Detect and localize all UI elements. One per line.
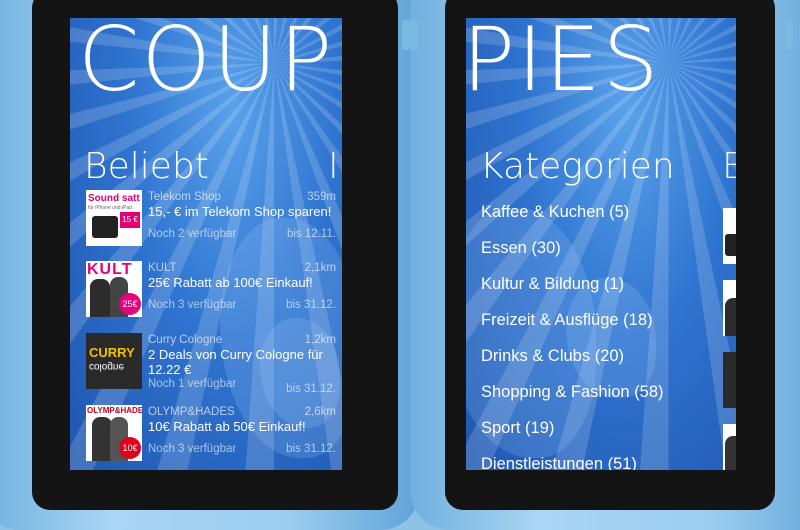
- deal-expiry: bis 12.11.: [286, 228, 336, 240]
- thumb-subline: cologne: [89, 361, 125, 372]
- deal-item[interactable]: Sound satt für iPhone und iPad 15 € Tele…: [86, 190, 336, 262]
- deal-thumbnail: CURRY cologne: [86, 333, 142, 389]
- deal-thumbnail-peek: [723, 208, 736, 264]
- category-item[interactable]: Kultur & Bildung (1): [481, 266, 731, 302]
- section-peek-next[interactable]: I: [328, 146, 339, 187]
- deal-distance: 2,1km: [304, 262, 336, 274]
- app-title: COUP: [78, 18, 335, 111]
- deal-thumbnail-peek: [723, 424, 736, 470]
- thumb-headline: OLYMP&HADES: [87, 406, 142, 415]
- thumb-headline: Sound satt: [88, 193, 140, 204]
- deal-store: OLYMP&HADES: [148, 406, 235, 418]
- section-peek-next[interactable]: B: [722, 146, 736, 187]
- speaker-icon: [92, 216, 118, 238]
- deal-thumbnail-peek: [723, 280, 736, 336]
- thumb-badge: 10€: [119, 437, 141, 459]
- volume-button: [785, 20, 793, 50]
- section-title-kategorien[interactable]: Kategorien: [480, 146, 675, 187]
- section-title-beliebt[interactable]: Beliebt: [84, 146, 209, 187]
- deal-item[interactable]: KULT 25€ KULT 2,1km 25€ Rabatt ab 100€ Ei…: [86, 261, 336, 333]
- screen-left: COUP Beliebt I Sound satt für iPhone und…: [70, 18, 342, 470]
- deal-expiry: bis 31.12.: [286, 383, 336, 395]
- deal-distance: 2,6km: [304, 406, 336, 418]
- deal-thumbnail-peek: [723, 352, 736, 408]
- category-item[interactable]: Sport (19): [481, 410, 731, 446]
- deal-title: 2 Deals von Curry Cologne für 12.22 €: [148, 347, 323, 377]
- deal-availability: Noch 2 verfügbar: [148, 228, 237, 240]
- deal-store: Curry Cologne: [148, 334, 223, 346]
- deal-title: 25€ Rabatt ab 100€ Einkauf!: [148, 275, 313, 290]
- category-item[interactable]: Shopping & Fashion (58): [481, 374, 731, 410]
- deal-store: KULT: [148, 262, 177, 274]
- thumb-headline: CURRY: [89, 345, 135, 360]
- category-item[interactable]: Essen (30): [481, 230, 731, 266]
- thumb-headline: KULT: [87, 261, 133, 278]
- volume-button: [410, 20, 418, 50]
- deal-item[interactable]: OLYMP&HADES 10€ OLYMP&HADES 2,6km 10€ Rab…: [86, 405, 336, 470]
- category-item[interactable]: Dienstleistungen (51): [481, 446, 731, 470]
- category-item[interactable]: Kaffee & Kuchen (5): [481, 194, 731, 230]
- category-list: Kaffee & Kuchen (5) Essen (30) Kultur & …: [481, 194, 731, 470]
- deal-store: Telekom Shop: [148, 191, 221, 203]
- deal-title: 15,- € im Telekom Shop sparen!: [148, 204, 332, 219]
- deal-thumbnail: KULT 25€: [86, 261, 142, 317]
- category-item[interactable]: Freizeit & Ausflüge (18): [481, 302, 731, 338]
- thumb-subline: für iPhone und iPad: [88, 205, 132, 211]
- thumb-badge: 25€: [119, 293, 141, 315]
- deal-distance: 1,2km: [304, 334, 336, 346]
- app-title: PIES: [466, 18, 661, 111]
- deal-availability: Noch 3 verfügbar: [148, 299, 237, 311]
- person-icon: [92, 417, 112, 461]
- deal-distance: 359m: [307, 191, 336, 203]
- deal-title: 10€ Rabatt ab 50€ Einkauf!: [148, 419, 306, 434]
- person-icon: [90, 279, 110, 317]
- deal-availability: Noch 3 verfügbar: [148, 443, 237, 455]
- screen-right: PIES Kategorien B Kaffee & Kuchen (5) Es…: [466, 18, 736, 470]
- volume-button: [402, 20, 410, 50]
- thumb-price: 15 €: [120, 212, 140, 228]
- deal-thumbnail: Sound satt für iPhone und iPad 15 €: [86, 190, 142, 246]
- deal-item[interactable]: CURRY cologne Curry Cologne 1,2km 2 Deals…: [86, 333, 336, 405]
- deal-expiry: bis 31.12.: [286, 443, 336, 455]
- deal-thumbnail: OLYMP&HADES 10€: [86, 405, 142, 461]
- deal-availability: Noch 1 verfügbar: [148, 378, 237, 390]
- category-item[interactable]: Drinks & Clubs (20): [481, 338, 731, 374]
- deal-expiry: bis 31.12.: [286, 299, 336, 311]
